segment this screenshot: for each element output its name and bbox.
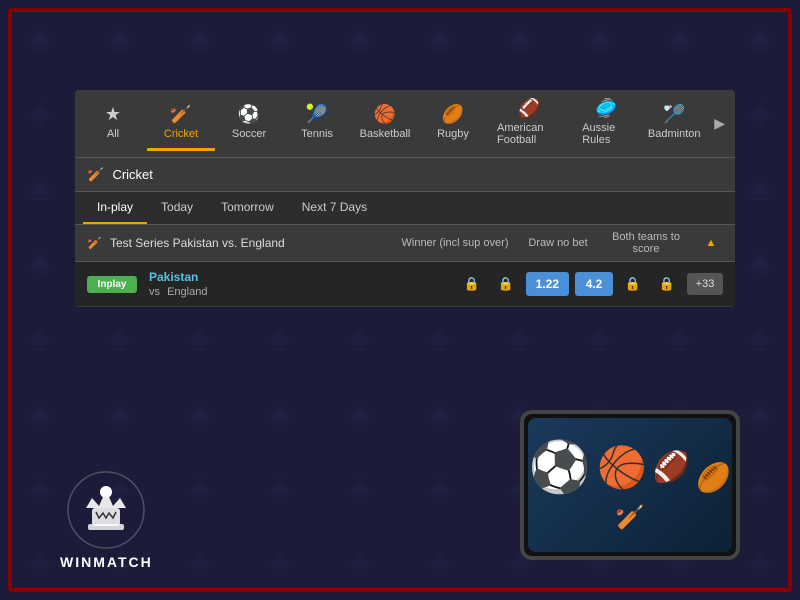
tab-tennis-label: Tennis	[301, 128, 333, 140]
time-tab-inplay[interactable]: In-play	[83, 192, 147, 224]
suit-cell: ♠	[400, 0, 480, 75]
vs-label: vs	[149, 286, 160, 298]
section-header: 🏏 Cricket	[75, 158, 735, 192]
suit-cell: ♠	[0, 300, 80, 375]
tab-all-label: All	[107, 128, 119, 140]
basketball-icon: 🏀	[374, 104, 396, 125]
suit-cell: ♠	[0, 0, 80, 75]
away-name: England	[167, 286, 207, 298]
tab-all[interactable]: ★ All	[79, 96, 147, 151]
suit-cell: ♠	[720, 0, 800, 75]
rugby-icon: 🏉	[442, 104, 464, 125]
suit-cell: ♠	[560, 0, 640, 75]
sports-balls-display: ⚽ 🏀 🏈 🏉 🏏	[528, 438, 732, 532]
basketball-ball-img: 🏀	[597, 444, 647, 491]
main-panel: ★ All 🏏 Cricket ⚽ Soccer 🎾 Tennis 🏀 Bask…	[75, 90, 735, 307]
suit-cell: ♠	[0, 75, 80, 150]
tab-rugby-label: Rugby	[437, 128, 469, 140]
match-group-icon: 🏏	[87, 236, 102, 250]
team-away: vs England	[149, 286, 458, 298]
soccer-icon: ⚽	[238, 104, 260, 125]
suit-cell: ♠	[640, 300, 720, 375]
expand-icon: ▲	[699, 237, 723, 249]
tab-cricket-label: Cricket	[164, 128, 198, 140]
cricket-ball-img: 🏏	[615, 503, 645, 532]
col-draw-label: Draw no bet	[523, 237, 593, 249]
match-row: Inplay Pakistan vs England 🔒 🔒 1.22 4.2 …	[75, 262, 735, 307]
suit-cell: ♠	[720, 300, 800, 375]
suit-cell: ♠	[160, 0, 240, 75]
odds-area: 🔒 🔒 1.22 4.2 🔒 🔒 +33	[458, 272, 723, 296]
suit-cell: ♠	[80, 300, 160, 375]
suit-cell: ♠	[0, 150, 80, 225]
time-filter-tabs: In-play Today Tomorrow Next 7 Days	[75, 192, 735, 225]
lock-home-icon: 🔒	[458, 276, 486, 292]
suit-cell: ♠	[0, 225, 80, 300]
tab-tennis[interactable]: 🎾 Tennis	[283, 96, 351, 151]
section-cricket-icon: 🏏	[87, 166, 104, 183]
team-home: Pakistan	[149, 270, 458, 284]
sports-nav: ★ All 🏏 Cricket ⚽ Soccer 🎾 Tennis 🏀 Bask…	[75, 90, 735, 158]
suit-cell: ♠	[320, 0, 400, 75]
american-football-icon: 🏈	[518, 98, 540, 119]
suit-cell: ♠	[640, 0, 720, 75]
suit-cell: ♠	[160, 300, 240, 375]
tab-basketball-label: Basketball	[360, 128, 411, 140]
suit-cell: ♠	[560, 300, 640, 375]
soccer-ball-img: ⚽	[529, 438, 591, 497]
match-group-header: 🏏 Test Series Pakistan vs. England Winne…	[75, 225, 735, 262]
aussie-rules-icon: 🥏	[595, 98, 617, 119]
teams-info: Pakistan vs England	[149, 270, 458, 298]
logo-text: WINMATCH	[60, 554, 153, 570]
tab-aussie-rules[interactable]: 🥏 Aussie Rules	[572, 90, 640, 157]
suit-cell: ♠	[240, 0, 320, 75]
suit-cell: ♠	[480, 300, 560, 375]
tab-soccer-label: Soccer	[232, 128, 266, 140]
lock-draw-icon: 🔒	[492, 276, 520, 292]
col-both-label: Both teams to score	[601, 231, 691, 255]
suit-cell: ♠	[480, 0, 560, 75]
tablet-device: ⚽ 🏀 🏈 🏉 🏏	[520, 410, 740, 560]
winmatch-logo	[66, 470, 146, 550]
tab-badminton-label: Badminton	[648, 128, 701, 140]
tab-badminton[interactable]: 🏸 Badminton	[640, 96, 708, 151]
time-tab-tomorrow[interactable]: Tomorrow	[207, 192, 288, 224]
tablet-screen: ⚽ 🏀 🏈 🏉 🏏	[528, 418, 732, 552]
suit-cell: ♠	[400, 300, 480, 375]
football-ball-img: 🏈	[653, 450, 690, 485]
suit-cell: ♠	[80, 0, 160, 75]
lock-b-icon: 🔒	[653, 276, 681, 292]
time-tab-today[interactable]: Today	[147, 192, 207, 224]
star-icon: ★	[105, 104, 121, 125]
tab-soccer[interactable]: ⚽ Soccer	[215, 96, 283, 151]
tab-aussie-rules-label: Aussie Rules	[582, 122, 630, 146]
cricket-icon: 🏏	[170, 104, 192, 125]
time-tab-next7days[interactable]: Next 7 Days	[288, 192, 381, 224]
nav-more-arrow[interactable]: ▶	[708, 115, 731, 132]
tab-cricket[interactable]: 🏏 Cricket	[147, 96, 215, 151]
badminton-icon: 🏸	[663, 104, 685, 125]
tab-american-football[interactable]: 🏈 American Football	[487, 90, 572, 157]
rugby-ball-img: 🏉	[696, 461, 731, 494]
odd-button-1[interactable]: 1.22	[526, 272, 569, 296]
suit-cell: ♠	[320, 300, 400, 375]
match-group-title: Test Series Pakistan vs. England	[110, 236, 395, 250]
tablet-image: ⚽ 🏀 🏈 🏉 🏏	[520, 410, 740, 570]
inplay-badge: Inplay	[87, 276, 137, 293]
tab-rugby[interactable]: 🏉 Rugby	[419, 96, 487, 151]
section-title: Cricket	[112, 167, 152, 182]
tennis-icon: 🎾	[306, 104, 328, 125]
lock-a-icon: 🔒	[619, 276, 647, 292]
suit-cell: ♠	[240, 300, 320, 375]
col-winner-label: Winner (incl sup over)	[395, 237, 515, 249]
column-headers: Winner (incl sup over) Draw no bet Both …	[395, 231, 723, 255]
more-markets-button[interactable]: +33	[687, 273, 723, 295]
logo-area: WINMATCH	[60, 470, 153, 570]
tab-american-football-label: American Football	[497, 122, 562, 146]
bottom-area: WINMATCH ⚽ 🏀 🏈 🏉 🏏	[0, 410, 800, 570]
tab-basketball[interactable]: 🏀 Basketball	[351, 96, 419, 151]
odd-button-2[interactable]: 4.2	[575, 272, 613, 296]
